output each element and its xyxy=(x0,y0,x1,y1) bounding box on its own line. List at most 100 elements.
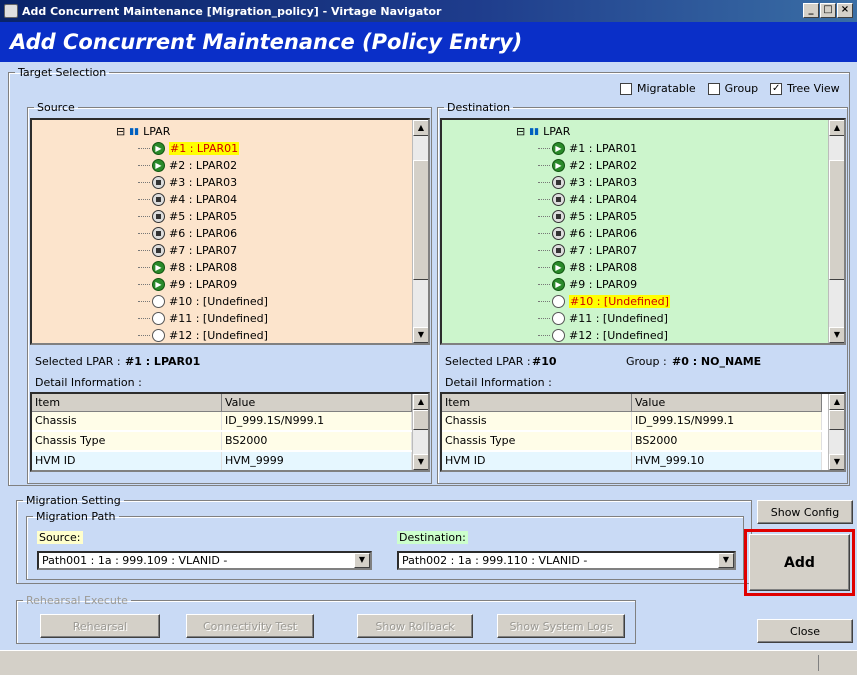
show-rollback-button[interactable]: Show Rollback xyxy=(357,614,473,638)
main-window: Add Concurrent Maintenance [Migration_po… xyxy=(0,0,857,675)
scroll-down-icon[interactable]: ▼ xyxy=(829,327,844,343)
column-header[interactable]: Value xyxy=(222,394,412,412)
tree-item[interactable]: #12 : [Undefined] xyxy=(138,327,268,343)
stopped-icon xyxy=(552,176,565,189)
vertical-scrollbar[interactable]: ▲ ▼ xyxy=(828,120,844,343)
checkbox-box[interactable] xyxy=(620,82,632,95)
close-button[interactable]: Close xyxy=(757,619,853,643)
tree-item[interactable]: #12 : [Undefined] xyxy=(538,327,668,343)
tree-connector xyxy=(138,216,150,217)
tree-connector xyxy=(538,216,550,217)
stopped-icon xyxy=(552,244,565,257)
collapse-icon[interactable]: ⊟ xyxy=(516,125,525,138)
tree-item[interactable]: ▶ #1 : LPAR01 xyxy=(538,140,637,157)
running-icon: ▶ xyxy=(552,142,565,155)
status-divider xyxy=(818,655,819,671)
show-config-button[interactable]: Show Config xyxy=(757,500,853,524)
scroll-up-icon[interactable]: ▲ xyxy=(829,394,844,410)
tree-item[interactable]: #7 : LPAR07 xyxy=(138,242,237,259)
tree-connector xyxy=(538,182,550,183)
show-system-logs-button[interactable]: Show System Logs xyxy=(497,614,625,638)
table-row[interactable]: Chassis ID_999.1S/N999.1 xyxy=(442,412,822,430)
scroll-down-icon[interactable]: ▼ xyxy=(829,454,844,470)
tree-item[interactable]: #5 : LPAR05 xyxy=(138,208,237,225)
destination-legend: Destination xyxy=(447,101,511,114)
scroll-up-icon[interactable]: ▲ xyxy=(829,120,844,136)
tree-item[interactable]: #3 : LPAR03 xyxy=(538,174,637,191)
source-tree[interactable]: ⊟ ▮▮ LPAR ▶ #1 : LPAR01 ▶ #2 : LPAR02 #3 : LPAR… xyxy=(30,118,430,345)
scroll-thumb[interactable] xyxy=(829,160,844,280)
tree-item[interactable]: #5 : LPAR05 xyxy=(538,208,637,225)
tree-view-checkbox[interactable]: ✓ Tree View xyxy=(770,82,840,95)
dest-group-value: #0 : NO_NAME xyxy=(672,355,762,368)
tree-item[interactable]: #4 : LPAR04 xyxy=(538,191,637,208)
scroll-thumb[interactable] xyxy=(413,410,428,430)
column-header[interactable]: Item xyxy=(32,394,222,412)
tree-item[interactable]: ▶ #2 : LPAR02 xyxy=(538,157,637,174)
minimize-icon[interactable]: _ xyxy=(803,3,819,18)
tree-item[interactable]: ▶ #2 : LPAR02 xyxy=(138,157,237,174)
rehearsal-button[interactable]: Rehearsal xyxy=(40,614,160,638)
tree-item[interactable]: ▶ #8 : LPAR08 xyxy=(538,259,637,276)
source-path-select[interactable]: Path001 : 1a : 999.109 : VLANID - ▼ xyxy=(37,551,372,570)
column-header[interactable]: Item xyxy=(442,394,632,412)
vertical-scrollbar[interactable]: ▲ ▼ xyxy=(412,120,428,343)
page-title: Add Concurrent Maintenance (Policy Entry… xyxy=(0,22,857,62)
tree-item-label: #11 : [Undefined] xyxy=(169,312,268,325)
table-row[interactable]: HVM ID HVM_9999 xyxy=(32,452,412,470)
tree-item-label: #7 : LPAR07 xyxy=(169,244,238,257)
tree-item[interactable]: #7 : LPAR07 xyxy=(538,242,637,259)
lpar-folder-icon: ▮▮ xyxy=(129,126,140,137)
dest-detail-table[interactable]: Item Value Chassis ID_999.1S/N999.1 Chassis … xyxy=(440,392,846,472)
column-header[interactable]: Value xyxy=(632,394,822,412)
tree-item[interactable]: ▶ #8 : LPAR08 xyxy=(138,259,237,276)
title-bar: Add Concurrent Maintenance [Migration_po… xyxy=(0,0,857,22)
chevron-down-icon[interactable]: ▼ xyxy=(718,553,734,568)
source-detail-table[interactable]: Item Value Chassis ID_999.1S/N999.1 Chassis … xyxy=(30,392,430,472)
tree-item[interactable]: #10 : [Undefined] xyxy=(138,293,268,310)
group-checkbox[interactable]: Group xyxy=(707,82,758,95)
collapse-icon[interactable]: ⊟ xyxy=(116,125,125,138)
scroll-down-icon[interactable]: ▼ xyxy=(413,454,428,470)
table-row[interactable]: Chassis Type BS2000 xyxy=(32,432,412,450)
vertical-scrollbar[interactable]: ▲ ▼ xyxy=(412,394,428,470)
tree-root-label: LPAR xyxy=(543,125,571,138)
tree-connector xyxy=(138,250,150,251)
tree-root[interactable]: ⊟ ▮▮ LPAR xyxy=(516,123,570,140)
checkbox-box[interactable]: ✓ xyxy=(770,82,783,95)
tree-item[interactable]: #3 : LPAR03 xyxy=(138,174,237,191)
tree-item[interactable]: #10 : [Undefined] xyxy=(538,293,670,310)
destination-tree[interactable]: ⊟ ▮▮ LPAR ▶ #1 : LPAR01 ▶ #2 : LPAR02 #3 : LPAR… xyxy=(440,118,846,345)
tree-root[interactable]: ⊟ ▮▮ LPAR xyxy=(116,123,170,140)
table-row[interactable]: HVM ID HVM_999.10 xyxy=(442,452,822,470)
tree-item[interactable]: ▶ #9 : LPAR09 xyxy=(138,276,237,293)
close-icon[interactable]: × xyxy=(837,3,853,18)
migratable-checkbox[interactable]: Migratable xyxy=(620,82,696,95)
app-icon xyxy=(4,4,18,18)
connectivity-test-button[interactable]: Connectivity Test xyxy=(186,614,314,638)
tree-item[interactable]: ▶ #1 : LPAR01 xyxy=(138,140,240,157)
tree-item[interactable]: #4 : LPAR04 xyxy=(138,191,237,208)
table-row[interactable]: Chassis Type BS2000 xyxy=(442,432,822,450)
tree-connector xyxy=(538,301,550,302)
checkbox-box[interactable] xyxy=(707,82,720,95)
scroll-up-icon[interactable]: ▲ xyxy=(413,394,428,410)
scroll-thumb[interactable] xyxy=(413,160,428,280)
tree-item[interactable]: #6 : LPAR06 xyxy=(138,225,237,242)
scroll-up-icon[interactable]: ▲ xyxy=(413,120,428,136)
scroll-thumb[interactable] xyxy=(829,410,844,430)
maximize-icon[interactable]: □ xyxy=(820,3,836,18)
item-cell: HVM ID xyxy=(442,452,632,470)
table-row[interactable]: Chassis ID_999.1S/N999.1 xyxy=(32,412,412,430)
vertical-scrollbar[interactable]: ▲ ▼ xyxy=(828,394,844,470)
dest-path-select[interactable]: Path002 : 1a : 999.110 : VLANID - ▼ xyxy=(397,551,736,570)
add-button[interactable]: Add xyxy=(749,534,850,591)
chevron-down-icon[interactable]: ▼ xyxy=(354,553,370,568)
tree-item-label: #8 : LPAR08 xyxy=(169,261,238,274)
tree-connector xyxy=(138,267,150,268)
tree-item[interactable]: #6 : LPAR06 xyxy=(538,225,637,242)
tree-item[interactable]: #11 : [Undefined] xyxy=(538,310,668,327)
tree-item[interactable]: ▶ #9 : LPAR09 xyxy=(538,276,637,293)
scroll-down-icon[interactable]: ▼ xyxy=(413,327,428,343)
tree-item[interactable]: #11 : [Undefined] xyxy=(138,310,268,327)
